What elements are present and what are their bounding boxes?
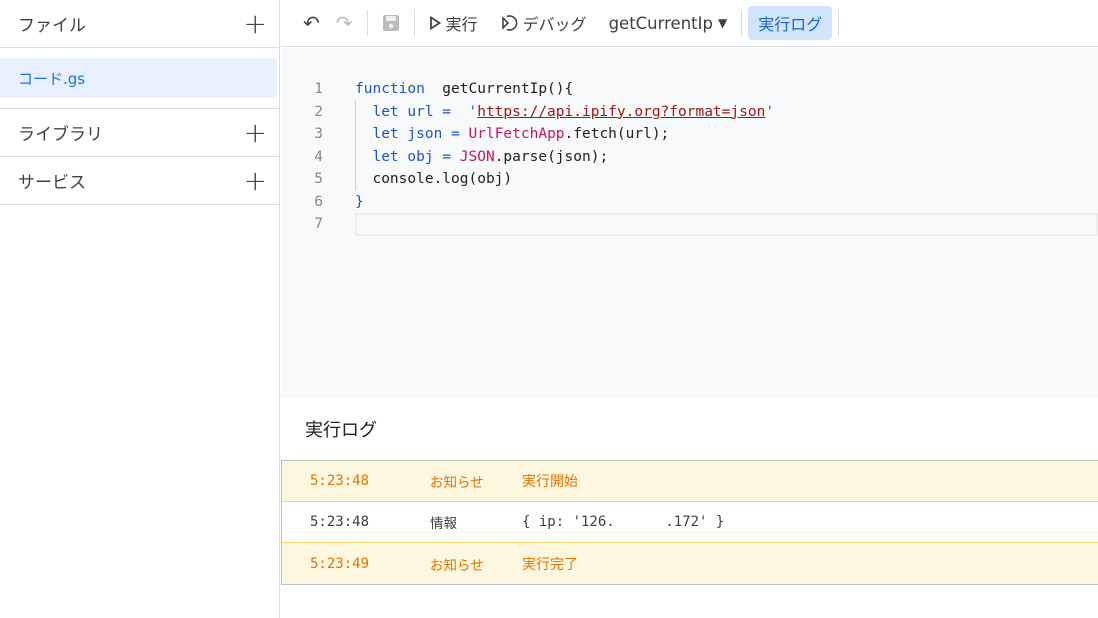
files-section: ファイル + [0, 0, 279, 48]
services-section: サービス + [0, 157, 279, 205]
log-row: 5:23:48 お知らせ 実行開始 [282, 461, 1098, 502]
code-line: 1 function getCurrentIp(){ [314, 81, 574, 98]
file-sidebar: ファイル + コード.gs ライブラリ + サービス + [0, 0, 280, 618]
divider [366, 10, 368, 36]
code-line: 6} [314, 193, 364, 210]
run-button[interactable]: 実行 [421, 7, 486, 39]
add-library-icon[interactable]: + [244, 118, 267, 147]
execution-log: 5:23:48 お知らせ 実行開始 5:23:48 情報{ ip: '126. .17… [281, 460, 1098, 585]
debug-icon [501, 15, 517, 31]
dropdown-arrow-icon: ▼ [717, 16, 728, 30]
code-line: 4 let obj = JSON.parse(json); [314, 148, 609, 165]
toolbar: ↶ ↷ 実行 デバッグ getCurrentIp ▼ 実行ログ [281, 0, 1098, 47]
code-line: 3 let json = UrlFetchApp.fetch(url); [314, 126, 670, 143]
divider [838, 10, 840, 36]
execution-log-title: 実行ログ [281, 398, 1098, 460]
function-select[interactable]: getCurrentIp ▼ [601, 10, 736, 37]
add-service-icon[interactable]: + [244, 166, 267, 195]
services-label: サービス [18, 173, 86, 193]
log-row: 5:23:48 情報{ ip: '126. .172' } [282, 502, 1098, 543]
code-editor[interactable]: 1 function getCurrentIp(){ 2 let url = 'h… [281, 48, 1098, 398]
code-line-current: 7 [281, 213, 1098, 236]
play-icon [429, 16, 441, 30]
file-item-code-gs[interactable]: コード.gs [0, 58, 277, 98]
libraries-section: ライブラリ + [0, 109, 279, 157]
add-file-icon[interactable]: + [244, 9, 267, 38]
files-label: ファイル [18, 16, 86, 36]
execution-log-button[interactable]: 実行ログ [748, 6, 833, 40]
divider [413, 10, 415, 36]
code-line: 2 let url = 'https://api.ipify.org?forma… [314, 103, 775, 120]
log-row: 5:23:49 お知らせ 実行完了 [282, 543, 1098, 584]
libraries-label: ライブラリ [18, 125, 103, 145]
save-icon [382, 15, 399, 31]
undo-icon[interactable]: ↶ [295, 7, 328, 39]
redo-icon[interactable]: ↷ [328, 7, 361, 39]
debug-button[interactable]: デバッグ [492, 7, 595, 39]
divider [741, 10, 743, 36]
save-button[interactable] [374, 10, 408, 36]
code-line: 5 console.log(obj) [314, 171, 513, 188]
